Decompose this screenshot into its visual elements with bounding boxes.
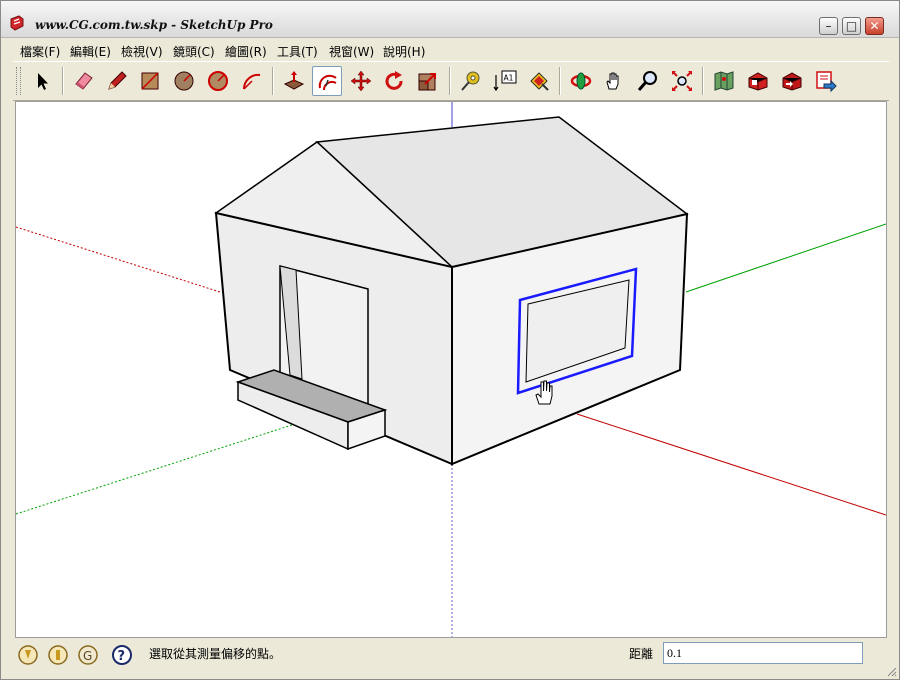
pan-tool-button[interactable] — [599, 66, 629, 96]
menu-window[interactable]: 視窗(W) — [329, 43, 374, 60]
toolbar-separator — [702, 67, 704, 95]
red-axis-back — [16, 226, 221, 293]
pan-hand-icon — [606, 72, 619, 90]
minimize-button[interactable]: – — [819, 17, 838, 35]
green-axis-front — [685, 223, 886, 293]
toolbar-separator — [559, 67, 561, 95]
zoom-icon — [637, 71, 657, 91]
eraser-icon — [75, 72, 93, 90]
arc-icon — [242, 73, 261, 90]
polygon-icon — [208, 71, 228, 91]
tape-measure-tool-button[interactable] — [456, 66, 486, 96]
rotate-tool-button[interactable] — [379, 66, 409, 96]
orbit-icon — [570, 72, 592, 90]
close-icon: ✕ — [869, 19, 880, 33]
zoom-extents-icon — [672, 71, 692, 91]
warehouse-share-icon — [782, 72, 802, 91]
tape-measure-icon — [461, 71, 480, 91]
menu-draw[interactable]: 繪圖(R) — [225, 43, 267, 60]
warehouse-share-button[interactable] — [777, 66, 807, 96]
text-tool-label: A1 — [504, 74, 514, 83]
map-icon — [714, 71, 734, 91]
toolbar-separator — [272, 67, 274, 95]
geolocation-icon[interactable] — [17, 644, 39, 666]
menu-tools[interactable]: 工具(T) — [277, 43, 318, 60]
zoom-tool-button[interactable] — [633, 66, 663, 96]
menu-bar: 檔案(F) 編輯(E) 檢視(V) 鏡頭(C) 繪圖(R) 工具(T) 視窗(W… — [1, 41, 899, 61]
rectangle-icon — [141, 72, 159, 90]
scale-tool-button[interactable] — [413, 66, 443, 96]
select-tool-button[interactable] — [27, 66, 57, 96]
line-tool-button[interactable] — [102, 66, 132, 96]
red-axis-front — [576, 413, 886, 516]
sketchup-logo-icon — [10, 15, 24, 31]
svg-text:G: G — [83, 649, 92, 663]
rectangle-tool-button[interactable] — [135, 66, 165, 96]
send-to-layout-icon — [816, 71, 837, 93]
scene-drawing[interactable] — [16, 102, 886, 637]
push-pull-tool-button[interactable] — [279, 66, 309, 96]
menu-help[interactable]: 說明(H) — [383, 43, 425, 60]
menu-edit[interactable]: 編輯(E) — [70, 43, 111, 60]
push-pull-icon — [283, 71, 305, 90]
measurements-label: 距離 — [629, 647, 654, 661]
menu-camera[interactable]: 鏡頭(C) — [173, 43, 215, 60]
toolbar-separator — [449, 67, 451, 95]
orbit-tool-button[interactable] — [566, 66, 596, 96]
status-message: 選取從其測量偏移的點。 — [149, 647, 282, 661]
offset-icon — [318, 74, 337, 91]
svg-text:?: ? — [118, 649, 126, 664]
toolbar-grip[interactable] — [16, 67, 21, 95]
pencil-icon — [108, 71, 127, 90]
map-tool-button[interactable] — [709, 66, 739, 96]
circle-icon — [174, 71, 194, 91]
text-label-icon: A1 — [493, 70, 517, 92]
close-button[interactable]: ✕ — [865, 17, 884, 35]
move-icon — [350, 70, 372, 92]
toolbar-separator — [62, 67, 64, 95]
measurements-input[interactable]: 0.1 — [663, 642, 863, 664]
send-to-layout-button[interactable] — [811, 66, 841, 96]
arrow-cursor-icon — [38, 73, 48, 90]
google-icon[interactable]: G — [77, 644, 99, 666]
paint-bucket-tool-button[interactable] — [524, 66, 554, 96]
window-title: www.CG.com.tw.skp - SketchUp Pro — [35, 18, 273, 32]
move-tool-button[interactable] — [346, 66, 376, 96]
credits-icon[interactable] — [47, 644, 69, 666]
maximize-icon: □ — [845, 19, 858, 33]
warehouse-get-icon — [748, 72, 768, 91]
offset-tool-button[interactable] — [312, 66, 342, 96]
rotate-icon — [385, 71, 403, 90]
circle-tool-button[interactable] — [169, 66, 199, 96]
help-icon[interactable]: ? — [111, 644, 133, 666]
menu-file[interactable]: 檔案(F) — [20, 43, 60, 60]
menu-view[interactable]: 檢視(V) — [121, 43, 163, 60]
arc-tool-button[interactable] — [237, 66, 267, 96]
paint-bucket-icon — [530, 72, 549, 91]
maximize-button[interactable]: □ — [842, 17, 861, 35]
sketchup-window: www.CG.com.tw.skp - SketchUp Pro – □ ✕ 檔… — [0, 0, 900, 680]
warehouse-get-button[interactable] — [743, 66, 773, 96]
resize-grip-icon[interactable] — [885, 665, 897, 677]
status-bar: G ? 選取從其測量偏移的點。 距離 0.1 — [1, 639, 899, 679]
minimize-icon: – — [825, 19, 832, 33]
main-toolbar: A1 — [13, 61, 889, 101]
text-tool-button[interactable]: A1 — [490, 66, 520, 96]
green-axis-back — [16, 424, 293, 515]
zoom-extents-tool-button[interactable] — [667, 66, 697, 96]
polygon-tool-button[interactable] — [203, 66, 233, 96]
model-viewport[interactable] — [15, 101, 887, 638]
title-bar[interactable]: www.CG.com.tw.skp - SketchUp Pro – □ ✕ — [1, 1, 899, 38]
eraser-tool-button[interactable] — [69, 66, 99, 96]
scale-icon — [418, 73, 436, 91]
